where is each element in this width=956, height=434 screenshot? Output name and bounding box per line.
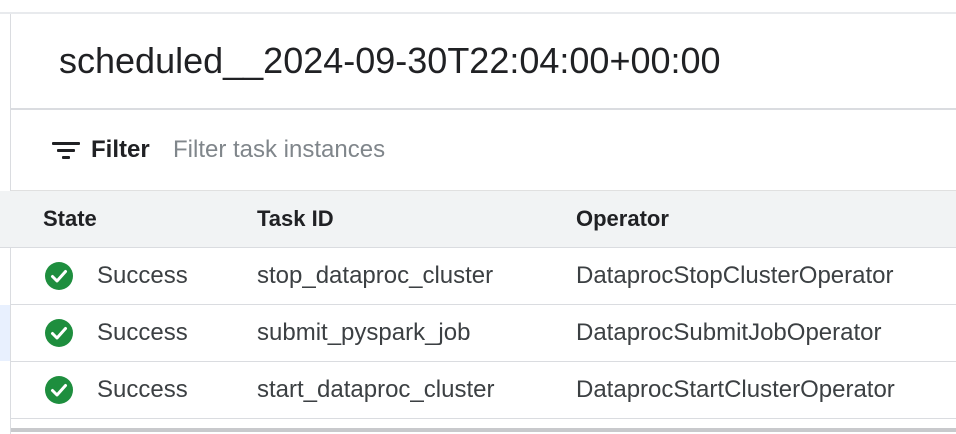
filter-input[interactable] [173,132,913,168]
task-id[interactable]: start_dataproc_cluster [257,376,494,404]
task-id[interactable]: stop_dataproc_cluster [257,262,493,290]
operator-name: DataprocSubmitJobOperator [576,319,882,346]
task-instances-panel: scheduled__2024-09-30T22:04:00+00:00 Fil… [0,0,956,434]
column-header-operator[interactable]: Operator [576,206,669,232]
column-header-state[interactable]: State [43,206,97,232]
state-label: Success [97,376,188,403]
page-title: scheduled__2024-09-30T22:04:00+00:00 [59,40,721,81]
state-label: Success [97,319,188,346]
page-header: scheduled__2024-09-30T22:04:00+00:00 [11,14,956,110]
filter-list-icon [51,138,81,162]
check-circle-icon [45,376,73,404]
table-bottom-edge [11,428,956,432]
filter-button-label: Filter [91,136,150,163]
check-circle-icon [45,319,73,347]
task-id[interactable]: submit_pyspark_job [257,319,470,347]
column-header-task-id[interactable]: Task ID [257,206,334,232]
table-row[interactable]: Success stop_dataproc_cluster DataprocSt… [11,248,956,305]
table-row[interactable]: Success submit_pyspark_job DataprocSubmi… [11,305,956,362]
table-header: State Task ID Operator [0,191,956,248]
top-divider [0,0,956,14]
table-row[interactable]: Success start_dataproc_cluster DataprocS… [11,362,956,419]
check-circle-icon [45,262,73,290]
operator-name: DataprocStartClusterOperator [576,376,895,403]
operator-name: DataprocStopClusterOperator [576,262,894,289]
filter-button[interactable]: Filter [51,134,150,166]
left-row-highlight [0,305,10,361]
state-label: Success [97,262,188,289]
filter-bar: Filter [11,110,956,191]
